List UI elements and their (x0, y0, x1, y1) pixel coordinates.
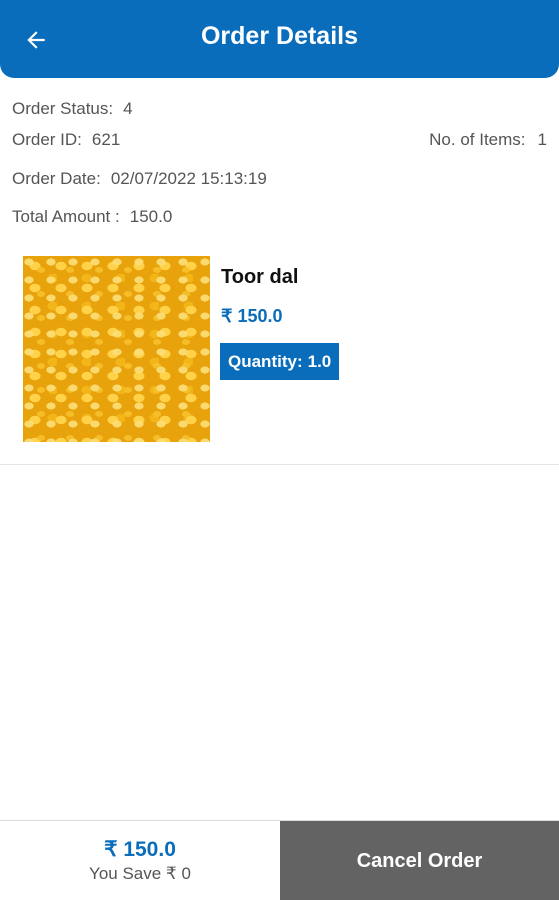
product-name: Toor dal (221, 266, 299, 288)
quantity-label: Quantity: (228, 351, 303, 371)
app-bar: Order Details (0, 0, 559, 78)
product-price: ₹ 150.0 (221, 306, 283, 326)
total-amount-value: 150.0 (129, 207, 173, 226)
items-count-row: No. of Items: 1 (429, 130, 547, 150)
footer-total: ₹ 150.0 You Save ₹ 0 (0, 821, 280, 900)
product-image (23, 256, 210, 442)
items-count-label: No. of Items: (429, 130, 526, 149)
items-count-value: 1 (537, 130, 547, 149)
quantity-value: 1.0 (307, 351, 332, 371)
footer-total-price: ₹ 150.0 (104, 838, 176, 861)
cancel-order-button[interactable]: Cancel Order (280, 821, 559, 900)
order-status-value: 4 (123, 99, 133, 118)
order-id-row: Order ID: 621 (12, 130, 120, 150)
product-image-texture (23, 256, 210, 442)
quantity-badge: Quantity: 1.0 (220, 343, 340, 380)
order-date-row: Order Date: 02/07/2022 15:13:19 (12, 169, 267, 189)
order-date-label: Order Date: (12, 169, 101, 188)
order-date-value: 02/07/2022 15:13:19 (110, 169, 267, 188)
page-title: Order Details (200, 22, 358, 50)
order-id-label: Order ID: (12, 130, 82, 149)
bottom-bar: ₹ 150.0 You Save ₹ 0 Cancel Order (0, 820, 559, 900)
total-amount-label: Total Amount : (12, 207, 120, 226)
total-amount-row: Total Amount : 150.0 (12, 207, 172, 227)
order-id-value: 621 (91, 130, 121, 149)
order-status-label: Order Status: (12, 99, 114, 118)
you-save-text: You Save ₹ 0 (89, 864, 191, 883)
order-card: Order Status: 4 Order ID: 621 No. of Items… (0, 80, 559, 465)
order-status-row: Order Status: 4 (12, 99, 133, 119)
